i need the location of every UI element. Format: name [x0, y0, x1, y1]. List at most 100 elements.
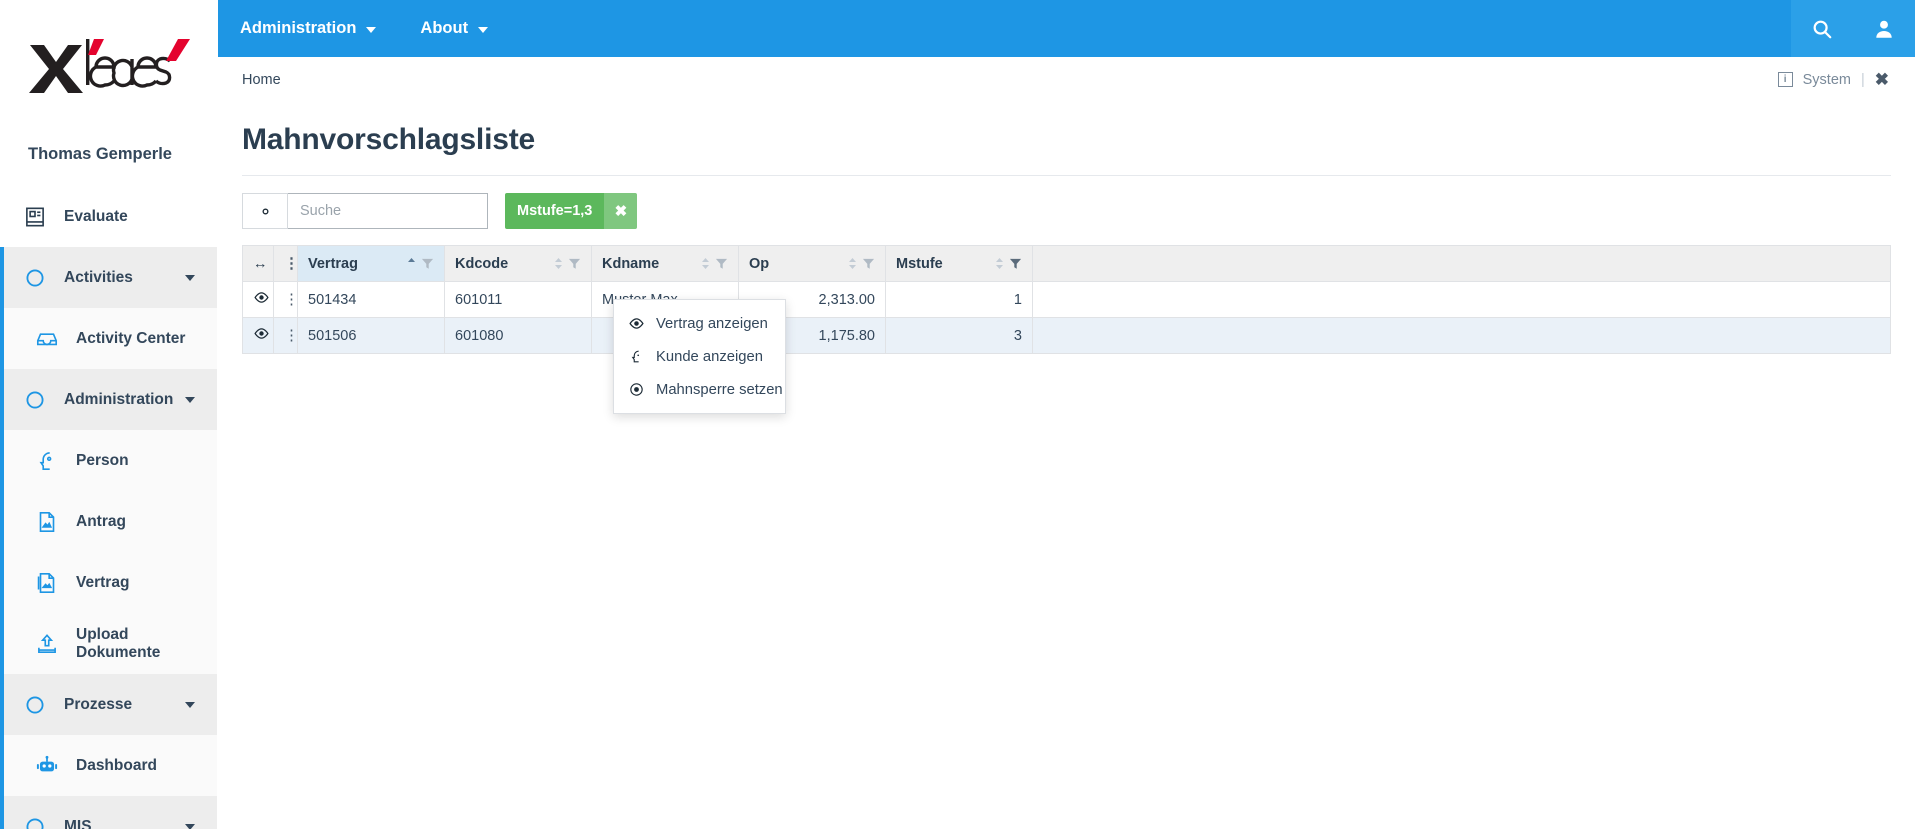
circle-icon — [26, 390, 44, 409]
breadcrumb-home[interactable]: Home — [242, 57, 281, 88]
resize-columns-icon[interactable]: ↔ — [253, 256, 268, 272]
page-title: Mahnvorschlagsliste — [242, 123, 535, 156]
row-menu-cell[interactable]: ⋮ — [273, 317, 299, 354]
cell-vertrag: 501434 — [297, 281, 445, 318]
column-header-vertrag[interactable]: Vertrag — [297, 245, 445, 282]
chevron-down-icon — [185, 396, 195, 403]
column-header-label: Op — [749, 255, 770, 272]
filter-icon[interactable] — [421, 257, 434, 270]
row-options-icon[interactable]: ⋮ — [284, 291, 299, 308]
search-box[interactable] — [288, 193, 488, 229]
search-input[interactable] — [300, 203, 487, 219]
cell-kdcode: 601011 — [444, 281, 592, 318]
header-menu-control[interactable]: ⋮ — [273, 245, 299, 282]
sidebar-item-activity-center[interactable]: Activity Center — [0, 308, 217, 369]
sidebar-item-vertrag[interactable]: Vertrag — [0, 552, 217, 613]
sidebar-item-dashboard[interactable]: Dashboard — [0, 735, 217, 796]
mahnvorschlag-table: ↔ ⋮ Vertrag Kdcode Kdname Op Mstufe ⋮ 50… — [242, 245, 1891, 354]
eye-icon-glyph — [254, 292, 269, 303]
sidebar-group-label: MIS — [64, 817, 92, 829]
sidebar-item-label: Upload Dokumente — [76, 625, 161, 661]
cell-vertrag: 501506 — [297, 317, 445, 354]
column-header-op[interactable]: Op — [738, 245, 886, 282]
sort-icon[interactable] — [554, 257, 563, 270]
target-icon — [630, 383, 643, 396]
row-view-cell[interactable] — [242, 317, 274, 354]
table-options-icon[interactable]: ⋮ — [284, 255, 299, 272]
sidebar-item-evaluate[interactable]: Evaluate — [0, 186, 217, 247]
topnav-item-administration[interactable]: Administration — [218, 0, 398, 57]
table-row[interactable]: ⋮ 501434 601011 Muster Max 2,313.00 1 — [242, 281, 1891, 318]
sort-ascending-icon[interactable] — [407, 257, 416, 270]
column-header-label: Kdname — [602, 255, 660, 272]
brand-logo[interactable] — [0, 0, 218, 123]
sidebar-group-label: Administration — [64, 390, 174, 408]
column-header-kdname[interactable]: Kdname — [591, 245, 739, 282]
chevron-down-icon — [185, 701, 195, 708]
sidebar-group-mis[interactable]: MIS — [0, 796, 217, 829]
cell-mstufe: 1 — [885, 281, 1033, 318]
filter-active-icon[interactable] — [1009, 257, 1022, 270]
context-menu-item-kunde-anzeigen[interactable]: Kunde anzeigen — [614, 340, 785, 373]
table-row[interactable]: ⋮ 501506 601080 1,175.80 3 — [242, 317, 1891, 354]
column-header-label: Vertrag — [308, 255, 358, 272]
filter-icon[interactable] — [568, 257, 581, 270]
filter-icon[interactable] — [715, 257, 728, 270]
sidebar-item-antrag[interactable]: Antrag — [0, 491, 217, 552]
eye-icon — [629, 318, 644, 329]
sidebar-item-person[interactable]: Person — [0, 430, 217, 491]
row-context-menu: Vertrag anzeigen Kunde anzeigen Mahnsper… — [613, 299, 786, 414]
filter-chip-remove-icon[interactable]: ✖ — [604, 193, 638, 229]
column-header-mstufe[interactable]: Mstufe — [885, 245, 1033, 282]
sidebar: Thomas Gemperle Evaluate Activities Acti… — [0, 123, 218, 829]
row-view-cell[interactable] — [242, 281, 274, 318]
eye-icon[interactable] — [253, 325, 270, 342]
eye-icon-glyph — [254, 328, 269, 339]
column-header-kdcode[interactable]: Kdcode — [444, 245, 592, 282]
topnav-about-label: About — [420, 19, 469, 37]
cell-filler — [1032, 317, 1891, 354]
sort-icon[interactable] — [995, 257, 1004, 270]
breadcrumb-bar: Home i System | ✖ — [218, 57, 1915, 123]
row-options-icon[interactable]: ⋮ — [284, 327, 299, 344]
system-label: System — [1802, 71, 1851, 88]
sidebar-group-administration[interactable]: Administration — [0, 369, 217, 430]
sidebar-group-activities[interactable]: Activities — [0, 247, 217, 308]
circle-icon — [26, 817, 44, 829]
filter-chip-mstufe[interactable]: Mstufe=1,3 ✖ — [505, 193, 638, 229]
header-resize-control[interactable]: ↔ — [242, 245, 274, 282]
robot-icon — [36, 755, 58, 771]
row-menu-cell[interactable]: ⋮ — [273, 281, 299, 318]
topnav-item-about[interactable]: About — [398, 0, 510, 57]
top-navigation-bar: Administration About — [218, 0, 1915, 57]
system-indicator: i System | ✖ — [1777, 57, 1889, 88]
filter-icon[interactable] — [862, 257, 875, 270]
sidebar-item-label: Evaluate — [64, 207, 128, 225]
circle-icon — [26, 268, 44, 287]
table-header: ↔ ⋮ Vertrag Kdcode Kdname Op Mstufe — [242, 245, 1891, 282]
sort-icon[interactable] — [848, 257, 857, 270]
search-icon — [1813, 20, 1832, 38]
document-icon — [39, 511, 55, 532]
user-account-button[interactable] — [1853, 0, 1915, 57]
chevron-down-icon — [366, 26, 377, 33]
sidebar-item-label: Dashboard — [76, 756, 157, 774]
global-search-button[interactable] — [1791, 0, 1853, 57]
eye-icon[interactable] — [253, 289, 270, 306]
sidebar-group-prozesse[interactable]: Prozesse — [0, 674, 217, 735]
sort-icon[interactable] — [701, 257, 710, 270]
sidebar-group-label: Activities — [64, 268, 133, 286]
sidebar-item-upload-dokumente[interactable]: Upload Dokumente — [0, 613, 217, 674]
person-head-icon — [631, 350, 640, 363]
chevron-down-icon — [185, 274, 195, 281]
settings-button[interactable] — [242, 193, 288, 229]
circle-icon — [26, 695, 44, 714]
inbox-icon — [36, 332, 58, 345]
context-menu-item-vertrag-anzeigen[interactable]: Vertrag anzeigen — [614, 307, 785, 340]
context-menu-item-mahnsperre-setzen[interactable]: Mahnsperre setzen — [614, 373, 785, 406]
topnav-administration-label: Administration — [240, 19, 357, 37]
sidebar-item-label: Person — [76, 451, 129, 469]
gear-icon — [261, 207, 269, 215]
close-icon[interactable]: ✖ — [1875, 71, 1889, 88]
